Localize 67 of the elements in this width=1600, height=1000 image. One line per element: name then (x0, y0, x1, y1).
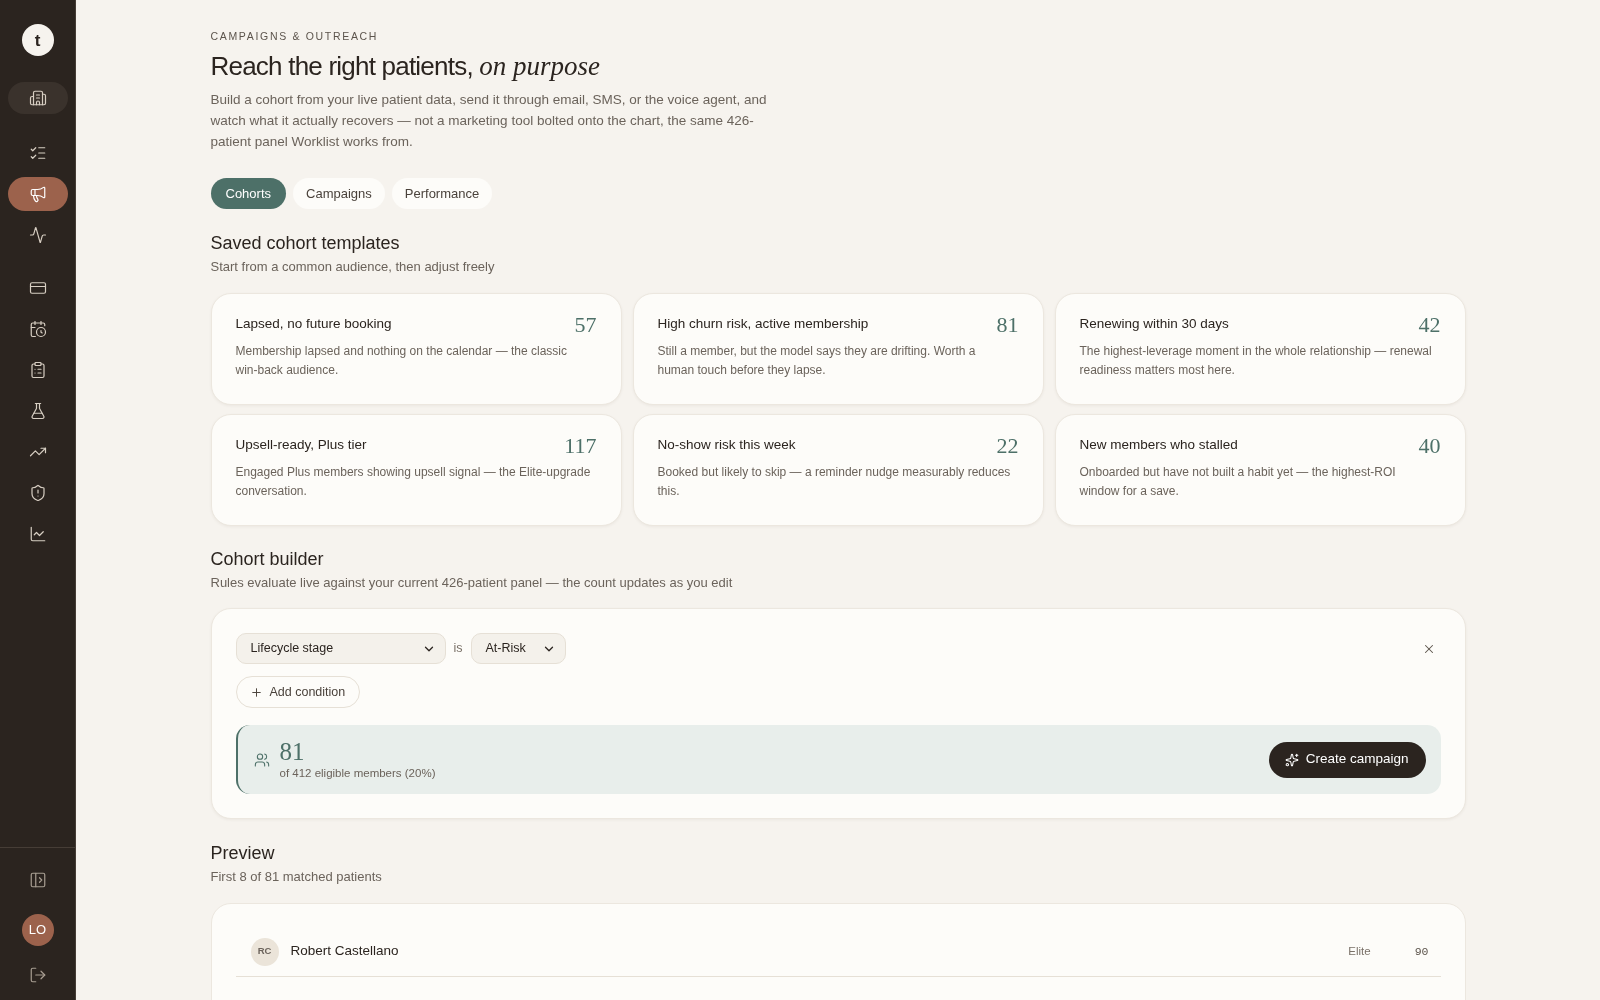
calendar-clock-icon (28, 320, 47, 338)
plus-icon (249, 685, 263, 699)
template-description: Still a member, but the model says they are drifting. Worth a human touch before they lapse. (657, 343, 977, 379)
tab[interactable]: Cohorts (210, 178, 287, 209)
template-title: Lapsed, no future booking (235, 315, 392, 333)
patient-avatar: RC (250, 937, 279, 966)
patient-row[interactable]: RC Robert Castellano Elite 90 (235, 927, 1441, 977)
section-title: Saved cohort templates (210, 232, 401, 255)
tab[interactable]: Performance (391, 178, 493, 209)
logo: t (21, 24, 54, 56)
template-title: Renewing within 30 days (1079, 315, 1229, 333)
cohort-template-card[interactable]: New members who stalled 40 Onboarded but have not built a habit yet — the highest-ROI window for a save. (1054, 414, 1466, 526)
pulse-icon (28, 226, 47, 244)
create-campaign-button[interactable]: Create campaign (1268, 741, 1426, 778)
field-select[interactable]: Lifecycle stage (235, 633, 446, 664)
eligible-members-text: of 412 eligible members (20%) (279, 765, 436, 781)
page-description: Build a cohort from your live patient data, send it through email, SMS, or the voice agent, and watch what it actually recovers — not a marketing tool bolted onto the chart, the same 426-patient panel Worklist works from. (210, 91, 768, 151)
template-description: Booked but likely to skip — a reminder nudge measurably reduces this. (657, 464, 1012, 500)
patient-score: 90 (1414, 943, 1429, 960)
section-subtitle: Rules evaluate live against your current 426-patient panel — the count updates as you edit (210, 574, 734, 592)
value-select[interactable]: At-Risk (470, 633, 566, 664)
cohort-template-card[interactable]: Upsell-ready, Plus tier 117 Engaged Plus members showing upsell signal — the Elite-upgrade conversation. (210, 414, 622, 526)
workspace-button[interactable] (7, 82, 68, 114)
template-title: No-show risk this week (657, 436, 796, 454)
clipboard-icon (28, 361, 47, 379)
template-count: 22 (996, 433, 1019, 459)
section-title: Cohort builder (210, 548, 325, 571)
add-condition-button[interactable]: Add condition (235, 676, 361, 708)
section-subtitle: First 8 of 81 matched patients (210, 868, 383, 886)
section-subtitle: Start from a common audience, then adjust freely (210, 258, 496, 276)
panel-icon (28, 871, 47, 889)
template-description: Engaged Plus members showing upsell signal — the Elite-upgrade conversation. (235, 464, 592, 500)
checklist-icon (28, 144, 47, 162)
building-icon (28, 89, 47, 107)
cohort-template-card[interactable]: Renewing within 30 days 42 The highest-leverage moment in the whole relationship — renewal readiness matters most here. (1054, 293, 1466, 405)
template-description: The highest-leverage moment in the whole relationship — renewal readiness matters most here. (1079, 343, 1433, 379)
template-count: 81 (996, 312, 1019, 338)
logout-icon (28, 966, 47, 984)
credit-card-icon (28, 279, 47, 297)
sparkles-icon (1284, 752, 1299, 767)
template-count: 42 (1418, 312, 1441, 338)
matched-count: 81 (279, 738, 306, 765)
template-title: New members who stalled (1079, 436, 1238, 454)
template-description: Membership lapsed and nothing on the calendar — the classic win-back audience. (235, 343, 569, 379)
section-title: Preview (210, 842, 276, 865)
shield-alert-icon (28, 484, 47, 502)
page-title: Reach the right patients, on purpose (210, 50, 602, 83)
megaphone-icon (28, 185, 47, 203)
flask-icon (28, 402, 47, 420)
nav-item[interactable] (7, 177, 68, 211)
template-title: High churn risk, active membership (657, 315, 869, 333)
cohort-template-card[interactable]: No-show risk this week 22 Booked but likely to skip — a reminder nudge measurably reduces this. (632, 414, 1044, 526)
user-avatar[interactable]: LO (21, 914, 54, 946)
operator-label: is (453, 640, 463, 658)
template-title: Upsell-ready, Plus tier (235, 436, 367, 454)
template-count: 117 (564, 433, 597, 459)
eyebrow-label: CAMPAIGNS & OUTREACH (210, 29, 380, 44)
membership-tier-label: Elite (1348, 943, 1371, 959)
line-chart-icon (28, 525, 47, 543)
template-description: Onboarded but have not built a habit yet — the highest-ROI window for a save. (1079, 464, 1397, 500)
patient-name: Robert Castellano (290, 942, 399, 961)
tab[interactable]: Campaigns (293, 178, 385, 209)
template-count: 40 (1418, 433, 1441, 459)
cohort-template-card[interactable]: High churn risk, active membership 81 Still a member, but the model says they are drifting. Worth a human touch before they lapse. (632, 293, 1044, 405)
cohort-template-card[interactable]: Lapsed, no future booking 57 Membership lapsed and nothing on the calendar — the classic win-back audience. (210, 293, 622, 405)
template-count: 57 (574, 312, 597, 338)
users-icon (253, 751, 270, 768)
